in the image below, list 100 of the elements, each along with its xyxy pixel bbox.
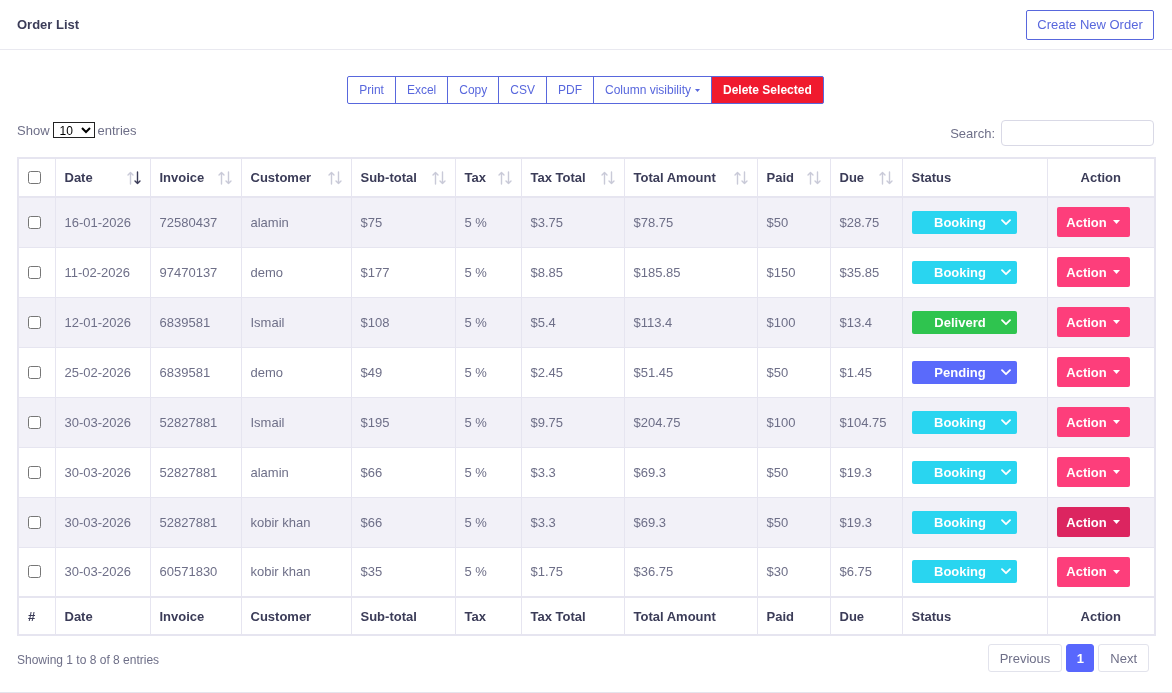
status-dropdown[interactable]: Pending bbox=[911, 360, 1017, 384]
action-button[interactable]: Action bbox=[1056, 357, 1130, 387]
table-cell: 5 % bbox=[455, 297, 521, 347]
table-cell: 25-02-2026 bbox=[55, 347, 150, 397]
table-cell: 30-03-2026 bbox=[55, 397, 150, 447]
action-button[interactable]: Action bbox=[1056, 507, 1130, 537]
table-cell: 5 % bbox=[455, 247, 521, 297]
table-cell: 11-02-2026 bbox=[55, 247, 150, 297]
length-label: entries bbox=[97, 122, 137, 138]
column-visibility-button[interactable]: Column visibility bbox=[593, 76, 712, 104]
row-checkbox[interactable] bbox=[28, 515, 41, 529]
create-order-button[interactable]: Create New Order bbox=[1026, 9, 1154, 40]
table-cell: 97470137 bbox=[150, 247, 241, 297]
action-button[interactable]: Action bbox=[1056, 457, 1130, 487]
caret-down-icon bbox=[1112, 320, 1120, 324]
row-checkbox[interactable] bbox=[28, 215, 41, 229]
row-checkbox[interactable] bbox=[28, 415, 41, 429]
table-cell: 30-03-2026 bbox=[55, 447, 150, 497]
table-cell: $204.75 bbox=[624, 397, 757, 447]
chevron-down-icon bbox=[1000, 368, 1011, 376]
table-cell: 6839581 bbox=[150, 297, 241, 347]
action-button[interactable]: Action bbox=[1056, 207, 1130, 238]
row-checkbox[interactable] bbox=[28, 315, 41, 329]
table-cell: 16-01-2026 bbox=[55, 197, 150, 247]
table-cell: $19.3 bbox=[830, 497, 902, 547]
table-cell: $50 bbox=[757, 497, 830, 547]
table-cell: $150 bbox=[757, 247, 830, 297]
table-cell: $100 bbox=[757, 297, 830, 347]
table-cell: $50 bbox=[757, 197, 830, 247]
caret-down-icon bbox=[1112, 220, 1120, 225]
page-length-select[interactable]: 10 bbox=[52, 122, 95, 138]
row-checkbox[interactable] bbox=[28, 365, 41, 379]
row-checkbox[interactable] bbox=[28, 465, 41, 479]
row-checkbox[interactable] bbox=[28, 565, 41, 579]
table-cell: $66 bbox=[351, 447, 455, 497]
caret-down-icon bbox=[1112, 420, 1120, 424]
table-cell: $1.45 bbox=[830, 347, 902, 397]
table-cell: 5 % bbox=[455, 447, 521, 497]
table-cell: 52827881 bbox=[150, 447, 241, 497]
table-cell: $78.75 bbox=[624, 197, 757, 247]
table-cell: $5.4 bbox=[521, 297, 624, 347]
search-field[interactable] bbox=[1001, 120, 1154, 146]
delete-selected-button[interactable]: Delete Selected bbox=[711, 76, 824, 104]
next-page-button[interactable]: Next bbox=[1098, 644, 1149, 672]
table-cell: alamin bbox=[241, 197, 351, 247]
table-cell: 12-01-2026 bbox=[55, 297, 150, 347]
table-cell: demo bbox=[241, 247, 351, 297]
previous-page-button[interactable]: Previous bbox=[987, 644, 1063, 672]
table-cell: 52827881 bbox=[150, 497, 241, 547]
row-checkbox[interactable] bbox=[28, 265, 41, 279]
caret-down-icon bbox=[1112, 569, 1120, 574]
table-cell: $177 bbox=[351, 247, 455, 297]
table-cell: $50 bbox=[757, 347, 830, 397]
export-button[interactable]: Excel bbox=[394, 76, 449, 104]
table-cell: 6839581 bbox=[150, 347, 241, 397]
table-cell: kobir khan bbox=[241, 497, 351, 547]
table-cell: $113.4 bbox=[624, 297, 757, 347]
length-label: Show bbox=[17, 122, 50, 138]
select-all-checkbox[interactable] bbox=[28, 171, 41, 184]
table-cell: $104.75 bbox=[830, 397, 902, 447]
caret-down-icon bbox=[1112, 470, 1120, 474]
chevron-down-icon bbox=[1000, 418, 1011, 426]
action-button[interactable]: Action bbox=[1056, 307, 1130, 337]
table-cell: $50 bbox=[757, 447, 830, 497]
export-button[interactable]: CSV bbox=[498, 76, 547, 104]
caret-down-icon bbox=[1112, 370, 1120, 374]
table-cell: $13.4 bbox=[830, 297, 902, 347]
table-cell: Ismail bbox=[241, 297, 351, 347]
chevron-down-icon bbox=[1000, 518, 1011, 526]
table-cell: 30-03-2026 bbox=[55, 497, 150, 547]
table-cell: $100 bbox=[757, 397, 830, 447]
table-cell: $69.3 bbox=[624, 447, 757, 497]
caret-down-icon bbox=[695, 88, 700, 92]
table-cell: 72580437 bbox=[150, 197, 241, 247]
export-button[interactable]: Copy bbox=[447, 76, 500, 104]
table-cell: 5 % bbox=[455, 397, 521, 447]
table-cell: $19.3 bbox=[830, 447, 902, 497]
chevron-down-icon bbox=[1000, 268, 1011, 276]
search-label: Search: bbox=[950, 125, 995, 141]
export-button[interactable]: PDF bbox=[546, 76, 594, 104]
table-cell: $195 bbox=[351, 397, 455, 447]
export-button[interactable]: Print bbox=[347, 76, 396, 104]
table-cell: $3.3 bbox=[521, 497, 624, 547]
chevron-down-icon bbox=[1000, 468, 1011, 476]
table-cell: $49 bbox=[351, 347, 455, 397]
table-info: Showing 1 to 8 of 8 entries bbox=[17, 651, 160, 667]
table-cell: 5 % bbox=[455, 347, 521, 397]
table-cell: $69.3 bbox=[624, 497, 757, 547]
caret-down-icon bbox=[1112, 520, 1120, 524]
page-button[interactable]: 1 bbox=[1066, 644, 1095, 672]
chevron-down-icon bbox=[1000, 218, 1011, 226]
table-cell: $2.45 bbox=[521, 347, 624, 397]
action-button[interactable]: Action bbox=[1056, 257, 1130, 287]
table-cell: $108 bbox=[351, 297, 455, 347]
action-button[interactable]: Action bbox=[1056, 556, 1130, 587]
table-cell: Ismail bbox=[241, 397, 351, 447]
table-cell: $66 bbox=[351, 497, 455, 547]
action-button[interactable]: Action bbox=[1056, 407, 1130, 437]
table-cell: 5 % bbox=[455, 197, 521, 247]
table-cell: demo bbox=[241, 347, 351, 397]
